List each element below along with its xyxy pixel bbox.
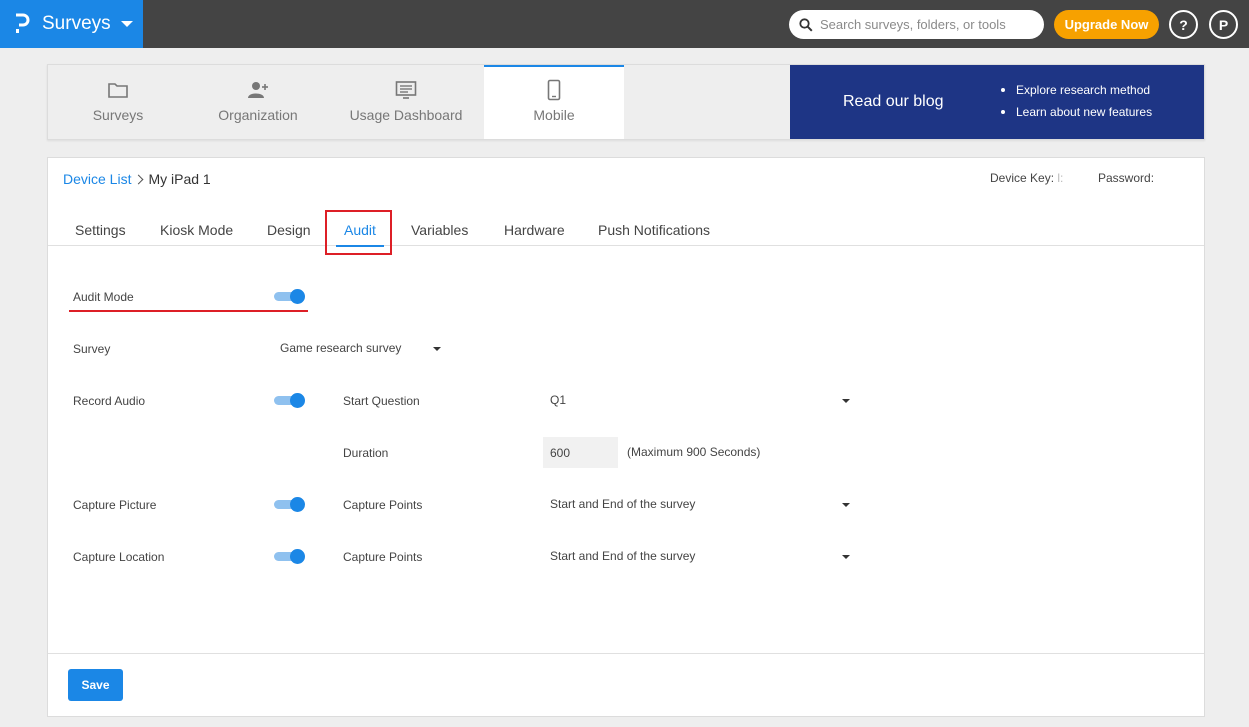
module-tab-organization[interactable]: Organization — [188, 65, 328, 139]
start-question-value: Q1 — [550, 393, 567, 407]
caret-down-icon — [842, 503, 850, 507]
tab-audit[interactable]: Audit — [336, 222, 384, 247]
capture-location-points-label: Capture Points — [343, 550, 423, 564]
duration-input[interactable] — [543, 437, 618, 468]
footer-divider — [48, 653, 1204, 654]
tab-design[interactable]: Design — [267, 222, 311, 238]
module-label: Mobile — [533, 107, 575, 123]
mobile-icon — [547, 79, 561, 101]
app-title: Surveys — [42, 13, 111, 34]
caret-down-icon — [842, 399, 850, 403]
survey-label: Survey — [73, 342, 111, 356]
tab-settings[interactable]: Settings — [75, 222, 126, 238]
start-question-select[interactable]: Q1 — [550, 393, 855, 411]
tab-variables[interactable]: Variables — [411, 222, 468, 238]
brand-logo-icon — [16, 13, 30, 33]
chevron-down-icon — [120, 21, 133, 27]
record-audio-label: Record Audio — [73, 394, 146, 408]
upgrade-now-button[interactable]: Upgrade Now — [1054, 10, 1159, 39]
module-tab-mobile[interactable]: Mobile — [484, 65, 624, 139]
chevron-right-icon — [134, 174, 144, 184]
module-label: Surveys — [92, 107, 144, 123]
blog-bullet: Explore research method — [1001, 83, 1152, 97]
profile-button[interactable]: P — [1209, 10, 1238, 39]
toggle-knob — [290, 289, 305, 304]
blog-heading: Read our blog — [843, 93, 944, 110]
device-password-label: Password: — [1098, 171, 1155, 185]
folder-icon — [108, 83, 128, 98]
survey-select-value: Game research survey — [280, 341, 402, 355]
audit-mode-highlight — [69, 310, 308, 312]
module-tab-usage-dashboard[interactable]: Usage Dashboard — [336, 65, 476, 139]
device-settings-panel: Device List My iPad 1 Device Key: l: Pas… — [47, 157, 1205, 717]
tab-hardware[interactable]: Hardware — [504, 222, 565, 238]
tab-push-notifications[interactable]: Push Notifications — [598, 222, 710, 238]
toggle-knob — [290, 497, 305, 512]
caret-down-icon — [433, 347, 441, 351]
blog-bullet-list: Explore research method Learn about new … — [1001, 83, 1152, 127]
device-key-value: l: — [1057, 171, 1064, 185]
record-audio-toggle[interactable] — [274, 393, 306, 408]
device-key-label: Device Key: — [990, 171, 1055, 185]
device-key: Device Key: l: — [990, 171, 1063, 185]
settings-tabs: Settings Kiosk Mode Design Audit Variabl… — [48, 208, 1204, 247]
search-icon — [799, 17, 813, 32]
duration-label: Duration — [343, 446, 389, 460]
blog-banner[interactable]: Read our blog Explore research method Le… — [790, 65, 1204, 139]
capture-picture-points-value: Start and End of the survey — [550, 497, 696, 511]
help-button[interactable]: ? — [1169, 10, 1198, 39]
module-nav: Surveys Organization Usage Dashboard Mob… — [47, 64, 1205, 140]
save-button[interactable]: Save — [68, 669, 123, 701]
breadcrumb: Device List My iPad 1 — [63, 171, 211, 187]
breadcrumb-current: My iPad 1 — [148, 171, 211, 187]
capture-picture-points-select[interactable]: Start and End of the survey — [550, 497, 855, 515]
breadcrumb-device-list[interactable]: Device List — [63, 171, 131, 187]
add-user-icon — [248, 82, 268, 98]
capture-picture-toggle[interactable] — [274, 497, 306, 512]
module-tab-surveys[interactable]: Surveys — [48, 65, 188, 139]
module-label: Usage Dashboard — [349, 107, 463, 123]
capture-location-label: Capture Location — [73, 550, 165, 564]
toggle-knob — [290, 549, 305, 564]
start-question-label: Start Question — [343, 394, 420, 408]
module-label: Organization — [218, 107, 298, 123]
capture-picture-label: Capture Picture — [73, 498, 157, 512]
tab-kiosk-mode[interactable]: Kiosk Mode — [160, 222, 233, 238]
survey-select[interactable]: Game research survey — [280, 341, 445, 359]
duration-hint: (Maximum 900 Seconds) — [627, 445, 761, 459]
blog-bullet: Learn about new features — [1001, 105, 1152, 119]
capture-location-points-value: Start and End of the survey — [550, 549, 696, 563]
search-box[interactable] — [789, 10, 1044, 39]
search-input[interactable] — [820, 17, 1030, 32]
audit-mode-toggle[interactable] — [274, 289, 306, 304]
capture-location-toggle[interactable] — [274, 549, 306, 564]
app-switcher[interactable]: Surveys — [0, 0, 143, 48]
dashboard-icon — [395, 81, 417, 99]
top-bar: Surveys Upgrade Now ? P — [0, 0, 1249, 48]
capture-location-points-select[interactable]: Start and End of the survey — [550, 549, 855, 567]
toggle-knob — [290, 393, 305, 408]
capture-picture-points-label: Capture Points — [343, 498, 423, 512]
caret-down-icon — [842, 555, 850, 559]
audit-mode-label: Audit Mode — [73, 290, 134, 304]
